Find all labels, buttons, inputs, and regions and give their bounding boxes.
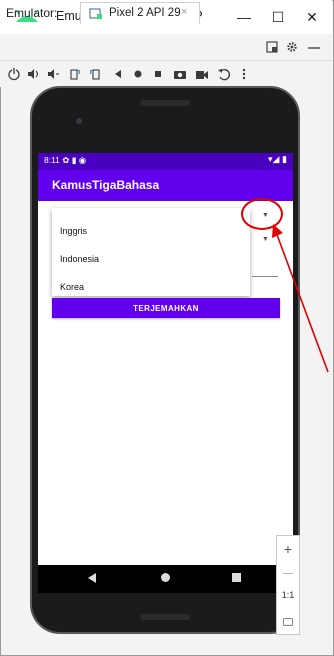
annotation-arrow [272,224,329,373]
